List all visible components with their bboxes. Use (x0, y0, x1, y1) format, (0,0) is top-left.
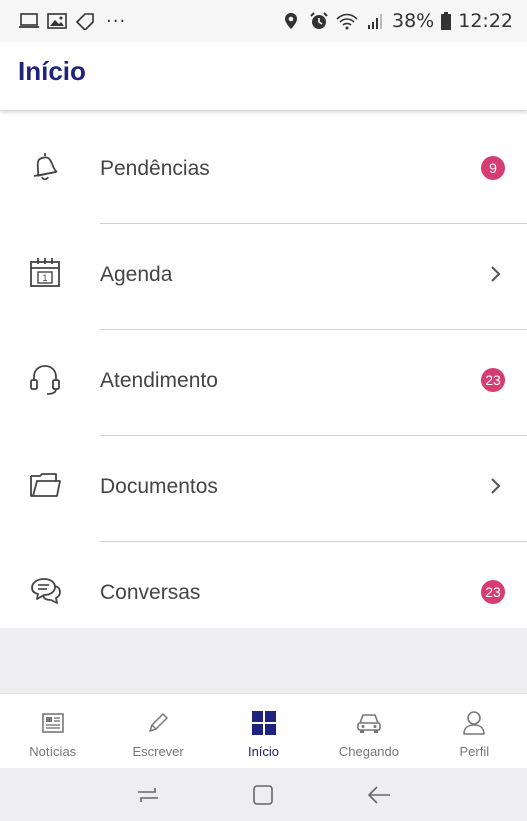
calendar-icon: 1 (28, 256, 62, 290)
home-icon[interactable] (248, 780, 278, 810)
person-icon (459, 708, 489, 738)
bell-icon (28, 150, 62, 184)
menu-item-label: Documentos (100, 475, 218, 498)
menu-item-label: Pendências (100, 157, 210, 180)
chevron-right-icon (489, 264, 503, 284)
nav-tab-inicio[interactable]: Início (211, 694, 316, 769)
app-header: Início (0, 42, 527, 111)
back-icon[interactable] (364, 780, 394, 810)
more-notifications: ··· (106, 10, 127, 32)
nav-tab-perfil[interactable]: Perfil (422, 694, 527, 769)
page-title: Início (18, 56, 86, 86)
content-spacer (0, 628, 527, 693)
signal-icon (364, 12, 386, 30)
pencil-icon (143, 708, 173, 738)
battery-percent: 38% (392, 10, 435, 32)
system-navigation-bar (0, 768, 527, 821)
headset-icon (28, 362, 62, 396)
chevron-right-icon (489, 476, 503, 496)
folder-icon (28, 468, 62, 502)
menu-item-label: Atendimento (100, 369, 218, 392)
nav-label: Chegando (338, 744, 399, 759)
cast-icon (18, 12, 40, 30)
chat-bubbles-icon (28, 574, 62, 608)
chat-count-badge: 23 (481, 580, 505, 604)
battery-icon (440, 12, 452, 30)
menu-list: Pendências 9 1 Agenda Atendimento 23 Doc… (0, 118, 527, 648)
car-icon (354, 708, 384, 738)
nav-label: Início (247, 744, 280, 759)
menu-item-agenda[interactable]: 1 Agenda (0, 224, 527, 330)
image-icon (46, 12, 68, 30)
wifi-icon (336, 12, 358, 30)
nav-tab-escrever[interactable]: Escrever (105, 694, 210, 769)
location-icon (280, 12, 302, 30)
status-bar-left: ··· (18, 11, 126, 32)
nav-tab-noticias[interactable]: Notícias (0, 694, 105, 769)
menu-item-atendimento[interactable]: Atendimento 23 (0, 330, 527, 436)
nav-label: Notícias (29, 744, 77, 759)
nav-label: Escrever (132, 744, 184, 759)
menu-item-pendencias[interactable]: Pendências 9 (0, 118, 527, 224)
calendar-day: 1 (42, 273, 47, 283)
recent-apps-icon[interactable] (133, 780, 163, 810)
menu-item-label: Conversas (100, 581, 201, 604)
tag-icon (74, 12, 96, 30)
menu-item-documentos[interactable]: Documentos (0, 436, 527, 542)
status-bar-right: 38% 12:22 (280, 10, 513, 32)
status-bar: ··· 38% 12:22 (0, 0, 527, 42)
pending-count-badge: 9 (481, 156, 505, 180)
support-count-badge: 23 (481, 368, 505, 392)
clock: 12:22 (458, 10, 513, 32)
bottom-navigation: Notícias Escrever Início Chegando Perfil (0, 693, 527, 769)
grid-icon (249, 708, 279, 738)
menu-item-label: Agenda (100, 263, 173, 286)
newspaper-icon (38, 708, 68, 738)
nav-tab-chegando[interactable]: Chegando (316, 694, 421, 769)
nav-label: Perfil (459, 744, 490, 759)
alarm-icon (308, 12, 330, 30)
